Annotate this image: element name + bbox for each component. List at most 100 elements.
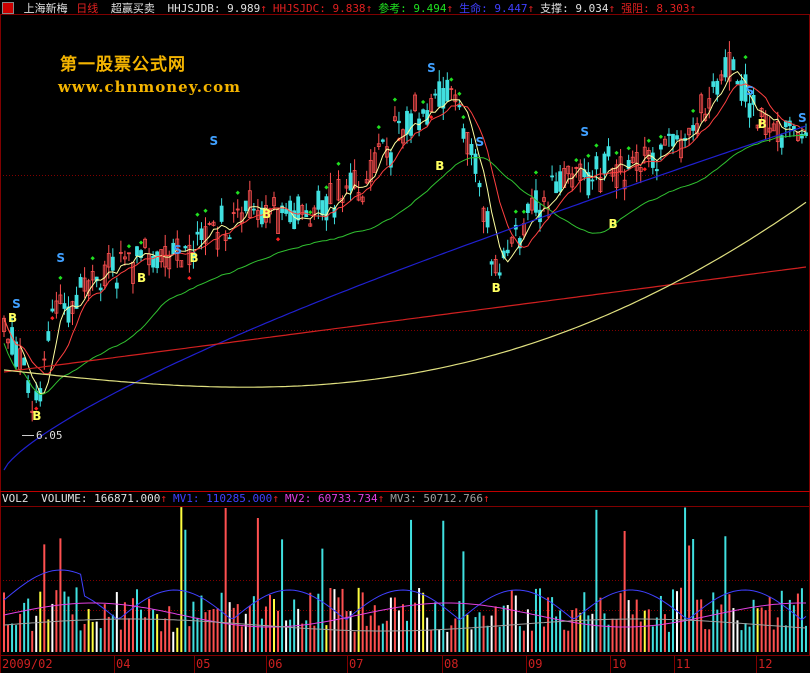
up-arrow-icon: ↑: [689, 2, 697, 15]
candle-body: [723, 57, 728, 78]
signal-dot: [457, 91, 462, 96]
kline-chart[interactable]: BSBSBSBSBSBSBSBSB S: [0, 0, 810, 673]
signal-dot: [195, 212, 200, 217]
month-tick: [610, 656, 611, 673]
signal-dot: [743, 55, 748, 60]
signal-dot: [235, 190, 240, 195]
up-arrow-icon: ↑: [272, 492, 279, 505]
candle-body: [711, 81, 716, 87]
up-arrow-icon: ↑: [377, 492, 385, 505]
candle-body: [800, 133, 804, 139]
stock-name: 上海新梅: [23, 2, 68, 15]
candle-body: [10, 327, 14, 355]
indicator-resist: 强阻: 8.303: [621, 2, 690, 15]
candle-body: [78, 277, 83, 288]
month-tick: [674, 656, 675, 673]
chart-header: 上海新梅 日线 超赢买卖 HHJSJDB: 9.989↑ HHJSJDC: 9.8…: [0, 0, 810, 16]
candle-body: [219, 205, 224, 222]
candle-body: [98, 287, 103, 291]
candle-body: [594, 156, 599, 170]
candle-body: [671, 133, 675, 147]
indicator-values: HHJSJDB: 9.989↑ HHJSJDC: 9.838↑ 参考: 9.494↑…: [162, 0, 697, 16]
volume-mv1: MV1: 110285.000: [172, 492, 273, 505]
signal-dot: [420, 99, 426, 105]
candle-body: [473, 153, 478, 174]
month-label: 11: [676, 657, 691, 671]
month-label: 2009/02: [2, 657, 53, 671]
candle-body: [667, 133, 671, 136]
signal-dot: [574, 157, 579, 163]
candle-body: [461, 128, 466, 139]
candle-body: [437, 81, 442, 107]
candle-body: [457, 105, 462, 108]
month-label: 06: [268, 657, 283, 671]
candle-body: [155, 251, 160, 269]
signal-dot: [449, 77, 454, 82]
candle-body: [284, 209, 289, 214]
candle-body: [348, 172, 353, 191]
candle-body: [46, 331, 51, 341]
candle-body: [445, 79, 450, 102]
signal-dot: [126, 244, 132, 249]
signal-dot: [521, 209, 526, 214]
month-tick: [756, 656, 757, 673]
formula-name[interactable]: 超赢买卖: [111, 0, 155, 16]
signal-dot: [187, 276, 192, 281]
signal-dot: [275, 237, 281, 242]
candle-body: [485, 211, 490, 228]
candle-body: [62, 303, 67, 309]
candle-body: [602, 153, 607, 174]
up-arrow-icon: ↑: [160, 492, 167, 505]
candle-body: [320, 200, 325, 216]
candle-body: [650, 152, 655, 168]
month-tick: [347, 656, 348, 673]
candle-body: [50, 308, 55, 312]
up-arrow-icon: ↑: [365, 2, 373, 15]
candle-body: [296, 196, 301, 221]
signal-dot: [658, 134, 664, 139]
month-tick: [114, 656, 115, 673]
signal-dot: [138, 240, 144, 245]
sell-signal-label: S: [580, 125, 589, 139]
candle-body: [405, 110, 409, 135]
buy-signal-label: B: [262, 207, 271, 221]
volume-values: VOLUME: 166871.000↑ MV1: 110285.000↑ MV2: …: [35, 492, 490, 505]
signal-dot: [376, 125, 381, 130]
sell-signal-label: S: [210, 134, 219, 148]
signal-dot: [614, 150, 619, 155]
support-line: [3, 201, 807, 388]
date-axis: 2009/02 04 05 06 07 08 09 10 11 12: [0, 656, 810, 673]
up-arrow-icon: ↑: [608, 2, 616, 15]
volume-header: VOL2 VOLUME: 166871.000↑ MV1: 110285.000↑…: [2, 492, 490, 506]
candle-body: [658, 144, 663, 150]
candle-body: [110, 256, 115, 271]
signal-dot: [594, 143, 599, 148]
sell-signal-label: S: [746, 84, 755, 98]
signal-dot: [586, 153, 591, 158]
candle-body: [739, 80, 744, 101]
volume-panel-name: VOL2: [2, 492, 29, 505]
candle-body: [731, 59, 736, 71]
candle-body: [251, 208, 256, 211]
month-tick: [526, 656, 527, 673]
month-tick: [266, 656, 267, 673]
up-arrow-icon: ↑: [483, 492, 490, 505]
life-line: [3, 125, 807, 471]
watermark-url: www.chnmoney.com: [58, 78, 241, 96]
volume-volume: VOLUME: 166871.000: [41, 492, 161, 505]
signal-dot: [50, 316, 55, 321]
candle-body: [505, 249, 510, 254]
signal-dot: [626, 146, 631, 151]
sell-signal-label: S: [798, 111, 807, 125]
stock-chart-window: BSBSBSBSBSBSBSBSBS 上海新梅 日线 超赢买卖 HHJSJDB:…: [0, 0, 810, 673]
period-label[interactable]: 日线: [76, 0, 98, 16]
month-label: 04: [116, 657, 131, 671]
month-label: 07: [349, 657, 364, 671]
app-menu-icon[interactable]: [2, 2, 14, 14]
candle-body: [606, 146, 611, 157]
buy-signal-label: B: [189, 251, 198, 265]
indicator-HHJSJDB: HHJSJDB: 9.989: [167, 2, 261, 15]
candle-body: [791, 126, 796, 130]
signal-dot: [461, 114, 466, 120]
sell-signal-label: S: [56, 251, 65, 265]
